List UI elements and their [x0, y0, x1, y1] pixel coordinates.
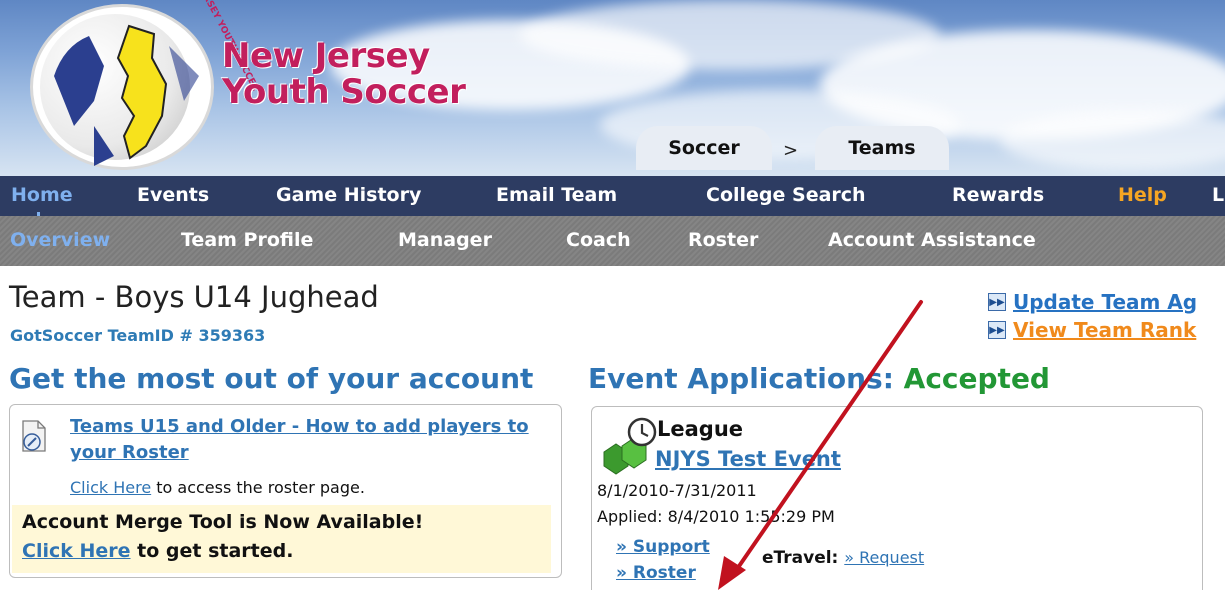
subnav-account-assistance[interactable]: Account Assistance	[828, 229, 1036, 251]
fast-forward-icon: ▶▶	[988, 321, 1006, 339]
event-name-link[interactable]: NJYS Test Event	[655, 447, 841, 471]
account-section-heading: Get the most out of your account	[9, 362, 534, 395]
view-team-rank-link[interactable]: View Team Rank	[1013, 318, 1196, 342]
subnav-overview[interactable]: Overview	[10, 229, 110, 251]
etravel-label: eTravel:	[762, 548, 845, 568]
event-dates: 8/1/2010-7/31/2011	[597, 481, 757, 500]
subnav-coach[interactable]: Coach	[566, 229, 631, 251]
logo-wordmark[interactable]: New Jersey Youth Soccer	[222, 38, 482, 110]
subnav-roster[interactable]: Roster	[688, 229, 758, 251]
page-title: Team - Boys U14 Jughead	[9, 280, 379, 314]
etravel-request-link[interactable]: » Request	[844, 548, 924, 567]
breadcrumb-separator: >	[783, 140, 799, 161]
nav-college-search[interactable]: College Search	[706, 184, 866, 206]
new-jersey-map-icon	[54, 24, 199, 166]
breadcrumb-soccer[interactable]: Soccer	[636, 126, 772, 170]
click-here-roster-link[interactable]: Click Here	[70, 478, 151, 497]
primary-nav: Home Events Game History Email Team Coll…	[0, 176, 1225, 216]
merge-click-here-link[interactable]: Click Here	[22, 540, 131, 562]
site-banner: NEW JERSEY YOUTH SOCCER New Jersey Youth…	[0, 0, 1225, 176]
subnav-team-profile[interactable]: Team Profile	[181, 229, 313, 251]
nav-help[interactable]: Help	[1118, 184, 1167, 206]
update-team-link[interactable]: Update Team Ag	[1013, 290, 1197, 314]
roster-page-hint-text: to access the roster page.	[151, 478, 365, 497]
document-icon	[22, 420, 46, 452]
roster-page-hint: Click Here to access the roster page.	[70, 478, 365, 497]
fast-forward-icon: ▶▶	[988, 293, 1006, 311]
breadcrumb-teams[interactable]: Teams	[815, 126, 949, 170]
secondary-nav: Overview Team Profile Manager Coach Rost…	[0, 216, 1225, 266]
event-applications-heading: Event Applications: Accepted	[588, 362, 1050, 395]
nav-rewards[interactable]: Rewards	[952, 184, 1044, 206]
league-icon	[603, 417, 657, 475]
etravel-row: eTravel: » Request	[762, 548, 924, 568]
nav-game-history[interactable]: Game History	[276, 184, 421, 206]
logo-line-2: Youth Soccer	[222, 72, 466, 112]
event-applications-label: Event Applications:	[588, 362, 904, 395]
roster-how-to-link[interactable]: Teams U15 and Older - How to add players…	[70, 414, 560, 466]
nav-home[interactable]: Home	[11, 184, 73, 206]
nav-events[interactable]: Events	[137, 184, 209, 206]
support-link[interactable]: » Support	[616, 537, 710, 557]
event-type-label: League	[657, 417, 744, 441]
nav-email-team[interactable]: Email Team	[496, 184, 617, 206]
subnav-manager[interactable]: Manager	[398, 229, 492, 251]
team-id: GotSoccer TeamID # 359363	[10, 326, 266, 345]
quick-link-update-team[interactable]: ▶▶ Update Team Ag	[988, 288, 1197, 316]
event-applied-date: Applied: 8/4/2010 1:55:29 PM	[597, 507, 835, 526]
logo-line-1: New Jersey	[222, 36, 430, 76]
nav-overflow-item[interactable]: L	[1212, 184, 1224, 206]
roster-link[interactable]: » Roster	[616, 563, 696, 583]
quick-links: ▶▶ Update Team Ag ▶▶ View Team Rank	[988, 288, 1197, 344]
quick-link-view-rank[interactable]: ▶▶ View Team Rank	[988, 316, 1197, 344]
event-status-accepted: Accepted	[903, 362, 1050, 395]
merge-tool-cta-text: to get started.	[130, 540, 294, 562]
merge-tool-title: Account Merge Tool is Now Available!	[22, 511, 424, 533]
merge-tool-cta: Click Here to get started.	[22, 540, 293, 562]
